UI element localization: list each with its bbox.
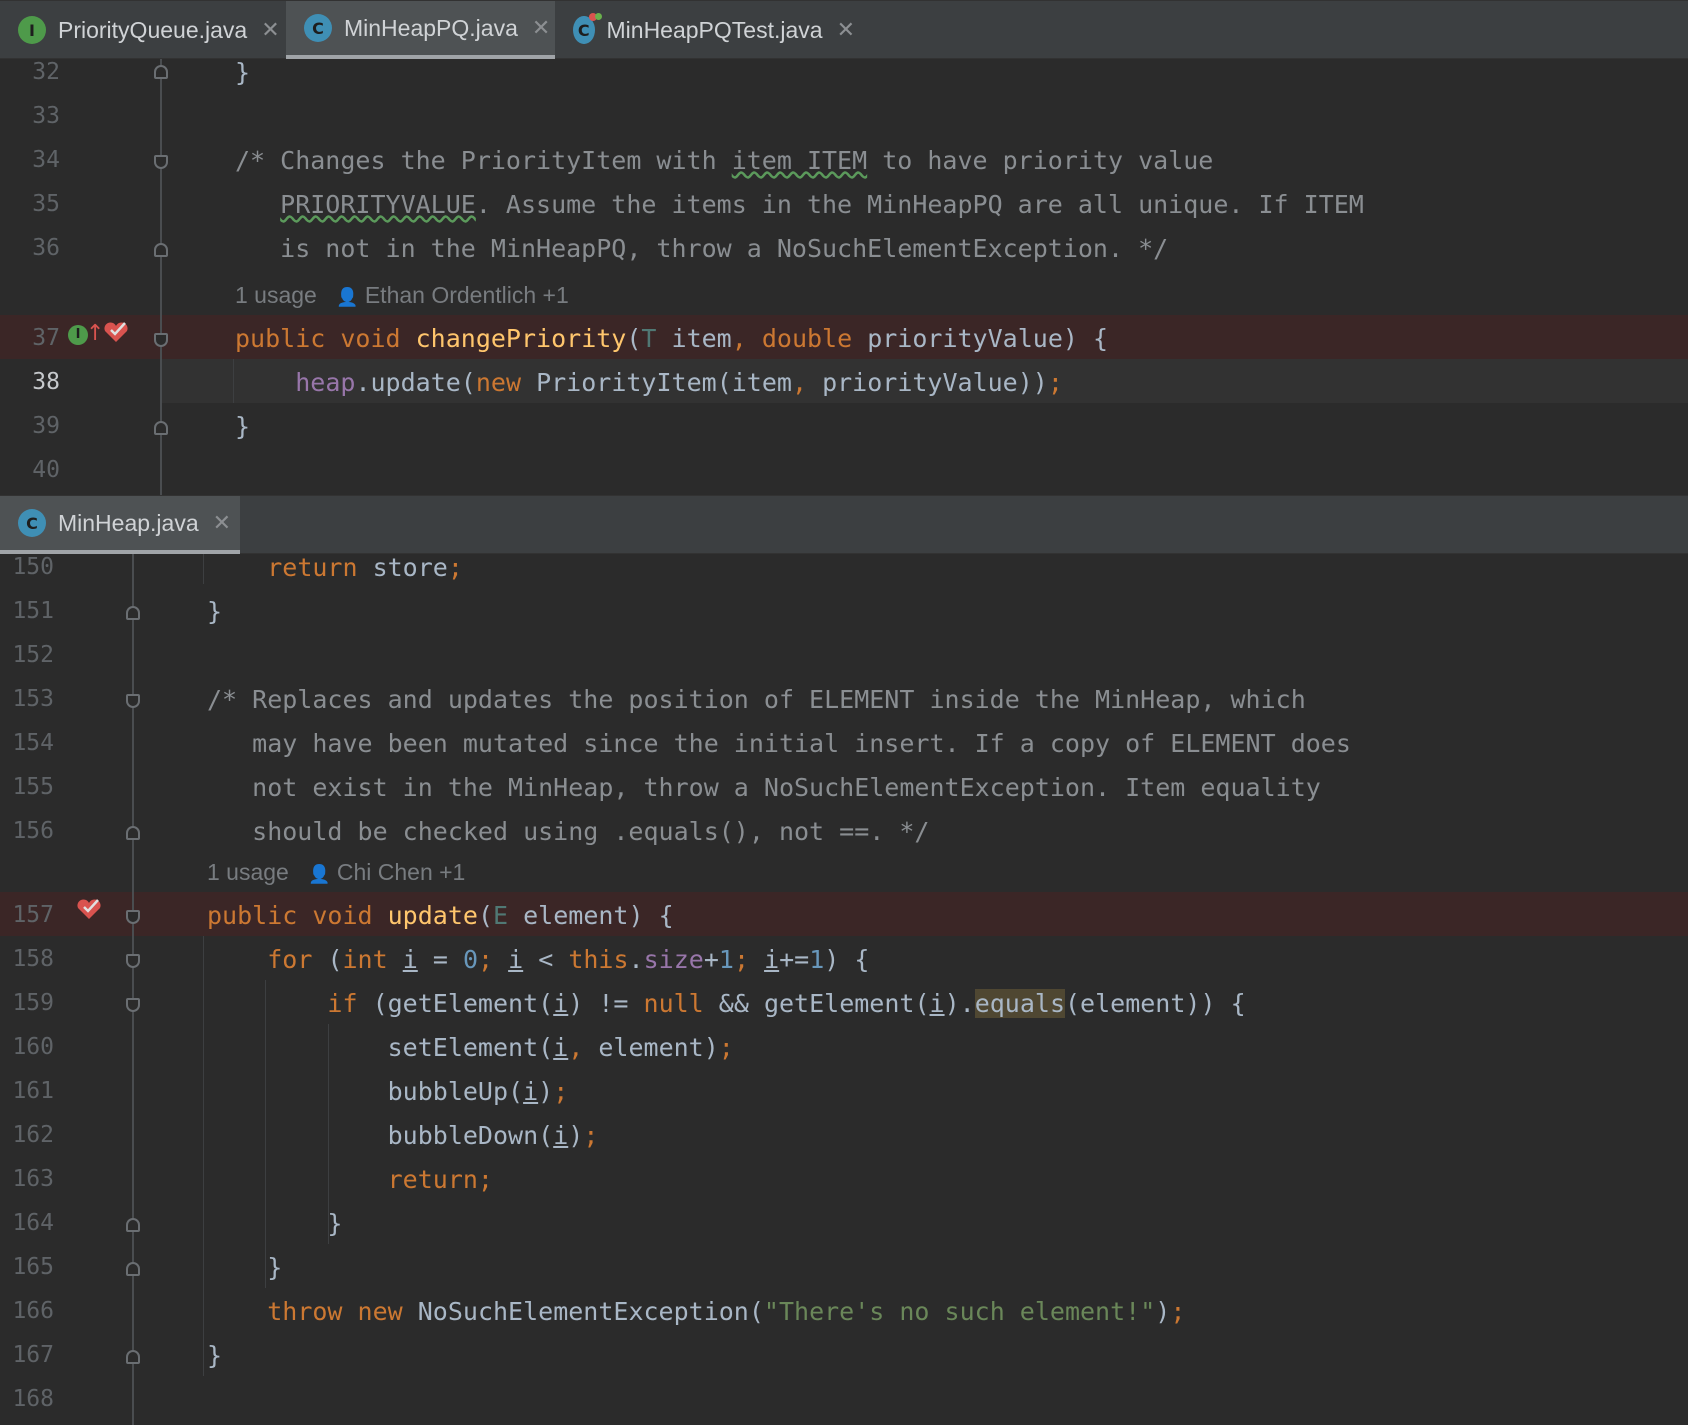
tab-label: MinHeap.java: [58, 509, 199, 536]
indent-guide: [233, 359, 234, 403]
tab-label: MinHeapPQTest.java: [606, 16, 823, 43]
tab-label: PriorityQueue.java: [58, 16, 248, 43]
fold-end-icon[interactable]: [126, 1262, 140, 1276]
line-number: 157: [12, 902, 54, 928]
method-signature: public void changePriority(T item, doubl…: [235, 324, 1109, 353]
tab-priorityqueue[interactable]: I PriorityQueue.java ✕: [0, 1, 286, 59]
line-number: 154: [12, 730, 54, 756]
fold-end-icon[interactable]: [154, 65, 168, 79]
code-line: }: [207, 1209, 343, 1238]
line-number: 167: [12, 1342, 54, 1368]
line-number: 158: [12, 946, 54, 972]
close-icon[interactable]: ✕: [213, 511, 231, 536]
line-number: 151: [12, 598, 54, 624]
code-line: }: [235, 412, 251, 441]
bottom-tab-bar: C MinHeap.java ✕: [0, 495, 1688, 554]
line-number: 156: [12, 818, 54, 844]
fold-end-icon[interactable]: [126, 1218, 140, 1232]
usage-hint[interactable]: 1 usage 👤 Chi Chen +1: [207, 859, 465, 886]
line-number: 161: [12, 1078, 54, 1104]
line-number: 37: [32, 325, 60, 351]
line-number: 162: [12, 1122, 54, 1148]
code-line: }: [207, 1341, 223, 1370]
class-icon: C: [304, 14, 332, 42]
indent-guide: [203, 936, 204, 1376]
line-number: 160: [12, 1034, 54, 1060]
code-line: throw new NoSuchElementException("There'…: [267, 1297, 1186, 1326]
fold-start-icon[interactable]: [154, 155, 168, 169]
indent-guide: [203, 554, 204, 584]
code-line: should be checked using .equals(), not =…: [207, 817, 930, 846]
interface-icon: I: [18, 16, 46, 44]
close-icon[interactable]: ✕: [532, 16, 550, 41]
code-line: not exist in the MinHeap, throw a NoSuch…: [207, 773, 1321, 802]
fold-start-icon[interactable]: [126, 910, 140, 924]
code-line: is not in the MinHeapPQ, throw a NoSuchE…: [235, 234, 1169, 263]
code-line: /* Changes the PriorityItem with item IT…: [235, 146, 1214, 175]
tab-minheappqtest[interactable]: C MinHeapPQTest.java ✕: [555, 1, 855, 59]
breakpoint-check-icon[interactable]: [76, 898, 102, 920]
fold-end-icon[interactable]: [126, 1350, 140, 1364]
tab-minheap[interactable]: C MinHeap.java ✕: [0, 496, 240, 554]
line-number: 159: [12, 990, 54, 1016]
line-number: 36: [32, 235, 60, 261]
top-tab-bar: I PriorityQueue.java ✕ C MinHeapPQ.java …: [0, 0, 1688, 59]
line-number: 165: [12, 1254, 54, 1280]
code-line: PRIORITYVALUE. Assume the items in the M…: [280, 190, 1364, 219]
bottom-editor-pane: C MinHeap.java ✕ 150 151 152 153 154 155…: [0, 495, 1688, 1425]
code-line: may have been mutated since the initial …: [207, 729, 1351, 758]
fold-start-icon[interactable]: [126, 998, 140, 1012]
code-line: bubbleDown(i);: [207, 1121, 599, 1150]
close-icon[interactable]: ✕: [261, 18, 279, 43]
class-icon: C: [18, 509, 46, 537]
code-line: if (getElement(i) != null && getElement(…: [327, 989, 1246, 1018]
test-class-icon: C: [573, 13, 602, 44]
line-number: 164: [12, 1210, 54, 1236]
code-line: setElement(i, element);: [207, 1033, 734, 1062]
code-line: return;: [387, 1165, 493, 1194]
implements-method-icon[interactable]: I: [68, 325, 88, 345]
line-number: 33: [32, 103, 60, 129]
line-number: 150: [12, 554, 54, 580]
fold-start-icon[interactable]: [154, 333, 168, 347]
tab-minheappq[interactable]: C MinHeapPQ.java ✕: [286, 1, 555, 59]
line-number: 35: [32, 191, 60, 217]
line-number: 168: [12, 1386, 54, 1412]
code-line: bubbleUp(i);: [207, 1077, 569, 1106]
line-number: 39: [32, 413, 60, 439]
arrow-up-icon[interactable]: ↑: [86, 321, 104, 346]
code-line: }: [235, 58, 251, 87]
fold-end-icon[interactable]: [126, 606, 140, 620]
fold-start-icon[interactable]: [126, 954, 140, 968]
code-line: /* Replaces and updates the position of …: [207, 685, 1306, 714]
line-number: 153: [12, 686, 54, 712]
gutter-line: [132, 554, 134, 1425]
code-line: for (int i = 0; i < this.size+1; i+=1) {: [267, 945, 870, 974]
breakpoint-check-icon[interactable]: [103, 321, 129, 343]
line-number: 163: [12, 1166, 54, 1192]
close-icon[interactable]: ✕: [837, 18, 855, 43]
code-line: heap.update(new PriorityItem(item, prior…: [295, 368, 1063, 397]
line-number: 152: [12, 642, 54, 668]
fold-end-icon[interactable]: [154, 421, 168, 435]
method-signature: public void update(E element) {: [207, 901, 674, 930]
code-line: }: [207, 1253, 283, 1282]
fold-start-icon[interactable]: [126, 694, 140, 708]
code-line: }: [207, 597, 223, 626]
line-number: 32: [32, 59, 60, 85]
fold-end-icon[interactable]: [154, 243, 168, 257]
line-number: 38: [32, 369, 60, 395]
tab-label: MinHeapPQ.java: [344, 14, 518, 41]
fold-end-icon[interactable]: [126, 826, 140, 840]
line-number: 166: [12, 1298, 54, 1324]
code-line: return store;: [267, 553, 463, 582]
line-number: 34: [32, 147, 60, 173]
usage-hint[interactable]: 1 usage 👤 Ethan Ordentlich +1: [235, 282, 569, 309]
top-editor-pane: I PriorityQueue.java ✕ C MinHeapPQ.java …: [0, 0, 1688, 495]
line-number: 40: [32, 457, 60, 483]
line-number: 155: [12, 774, 54, 800]
